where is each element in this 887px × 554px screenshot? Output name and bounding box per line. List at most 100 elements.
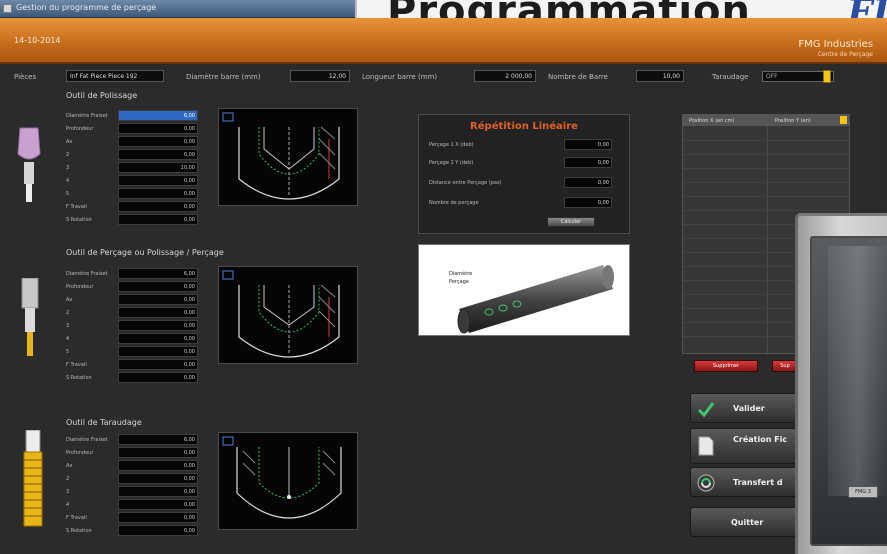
form-row: Profondeur 0,00: [66, 447, 201, 459]
transfert-button[interactable]: Transfert d: [690, 467, 805, 497]
section-taraudage-title: Outil de Taraudage: [66, 418, 142, 427]
repetition-row: Nombre de perçage 0,00: [429, 197, 624, 209]
diametre-label: Diamètre barre (mm): [186, 73, 261, 81]
field-label: Ax: [66, 139, 73, 145]
table-row: [683, 182, 849, 183]
profile-diagram-svg: [222, 436, 342, 519]
field-value[interactable]: 0,00: [564, 157, 612, 168]
header-date: 14-10-2014: [14, 36, 61, 45]
nombre-barre-field[interactable]: 10,00: [636, 70, 684, 82]
field-value[interactable]: 0,00: [118, 372, 198, 383]
sort-icon[interactable]: [840, 116, 847, 124]
field-value[interactable]: 0,00: [118, 149, 198, 160]
valider-button[interactable]: Valider: [690, 393, 805, 423]
profile-diagram-svg: [222, 112, 340, 200]
field-value[interactable]: 0,00: [118, 512, 198, 523]
table-row: [683, 168, 849, 169]
field-value[interactable]: 0,00: [118, 473, 198, 484]
taraudage-slider[interactable]: OFF: [762, 70, 834, 83]
table-row: [683, 210, 849, 211]
taraudage-diagram: [218, 432, 358, 530]
field-value[interactable]: 0,00: [118, 188, 198, 199]
field-value[interactable]: 0,00: [564, 197, 612, 208]
field-value[interactable]: 0,00: [118, 214, 198, 225]
field-value[interactable]: 0,00: [118, 525, 198, 536]
field-value[interactable]: 0,00: [118, 346, 198, 357]
main-panel: Pièces Inf Fat Piece Piece 192 Diamètre …: [0, 64, 887, 554]
field-value[interactable]: 0,00: [118, 359, 198, 370]
field-label: Diamètre Fraiset: [66, 271, 108, 277]
form-row: Diamètre Fraiset 6,00: [66, 268, 201, 280]
field-value[interactable]: 0,00: [118, 486, 198, 497]
screen-glare: [828, 246, 887, 496]
form-row: 4 0,00: [66, 499, 201, 511]
field-label: Nombre de perçage: [429, 200, 479, 206]
field-value[interactable]: 0,00: [118, 499, 198, 510]
field-label: Ax: [66, 297, 73, 303]
field-label: F Travail: [66, 515, 87, 521]
field-label: S Rotation: [66, 528, 92, 534]
slider-thumb[interactable]: [823, 70, 831, 83]
parameters-row: Pièces Inf Fat Piece Piece 192 Diamètre …: [0, 70, 887, 84]
form-row: F Travail 0,00: [66, 359, 201, 371]
diametre-field[interactable]: 12,00: [290, 70, 350, 82]
form-row: Ax 0,00: [66, 136, 201, 148]
field-label: 5: [66, 349, 70, 355]
brand-subtitle: Centre de Perçage: [817, 51, 873, 58]
field-value[interactable]: 6,00: [118, 268, 198, 279]
field-value[interactable]: 0,00: [118, 281, 198, 292]
nombre-barre-label: Nombre de Barre: [548, 73, 608, 81]
touchscreen-device-photo: FMG 3: [795, 213, 887, 554]
field-value[interactable]: 0,00: [118, 201, 198, 212]
field-value[interactable]: 6,00: [118, 434, 198, 445]
polishing-tool-image: [17, 127, 41, 202]
form-row: 2 0,00: [66, 307, 201, 319]
creation-fichier-button[interactable]: Création Fic: [690, 428, 805, 464]
taraudage-form: Diamètre Fraiset 6,00 Profondeur 0,00 Ax 0,…: [66, 434, 201, 538]
field-label: Profondeur: [66, 284, 94, 290]
bar-3d-svg: Diamètre Perçage: [449, 265, 614, 334]
field-label: 4: [66, 336, 70, 342]
form-row: 4 0,00: [66, 333, 201, 345]
col-header-x: Position X (en cm): [689, 118, 735, 124]
field-value[interactable]: 0,00: [118, 307, 198, 318]
field-label: 2: [66, 152, 70, 158]
field-value[interactable]: 0,00: [118, 123, 198, 134]
field-value[interactable]: 0,00: [118, 175, 198, 186]
form-row: Ax 0,00: [66, 294, 201, 306]
field-label: 3: [66, 165, 70, 171]
field-value[interactable]: 0,00: [118, 460, 198, 471]
header-brand: FMG Industries Centre de Perçage: [798, 40, 873, 60]
form-row: 3 10,00: [66, 162, 201, 174]
quitter-button[interactable]: Quitter: [690, 507, 805, 537]
field-label: Diamètre Fraiset: [66, 437, 108, 443]
supprimer-button[interactable]: Supprimer: [694, 360, 758, 372]
field-value[interactable]: 0,00: [118, 136, 198, 147]
form-row: Profondeur 0,00: [66, 281, 201, 293]
table-header: Position X (en cm) Position Y (en): [683, 115, 849, 126]
window-title: Gestion du programme de perçage: [16, 3, 157, 12]
field-label: 4: [66, 178, 70, 184]
field-label: Profondeur: [66, 126, 94, 132]
repetition-row: Perçage 1 X (deb) 0,00: [429, 139, 624, 151]
longueur-field[interactable]: 2 000,00: [474, 70, 536, 82]
section-percage-title: Outil de Perçage ou Polissage / Perçage: [66, 248, 224, 257]
field-value[interactable]: 10,00: [118, 162, 198, 173]
form-row: F Travail 0,00: [66, 201, 201, 213]
pieces-label: Pièces: [14, 73, 37, 81]
field-value[interactable]: 0,00: [118, 294, 198, 305]
field-value[interactable]: 6,00: [118, 110, 198, 121]
document-icon: [698, 436, 714, 456]
field-label: 3: [66, 323, 70, 329]
field-value[interactable]: 0,00: [118, 320, 198, 331]
field-label: S Rotation: [66, 375, 92, 381]
drilling-tool-image: [21, 278, 39, 356]
field-value[interactable]: 0,00: [564, 177, 612, 188]
field-value[interactable]: 0,00: [118, 333, 198, 344]
field-value[interactable]: 0,00: [564, 139, 612, 150]
field-label: Profondeur: [66, 450, 94, 456]
pieces-field[interactable]: Inf Fat Piece Piece 192: [66, 70, 164, 82]
field-value[interactable]: 0,00: [118, 447, 198, 458]
calculer-button[interactable]: Calculer: [547, 217, 595, 227]
preview-label-1: Diamètre: [449, 270, 472, 277]
